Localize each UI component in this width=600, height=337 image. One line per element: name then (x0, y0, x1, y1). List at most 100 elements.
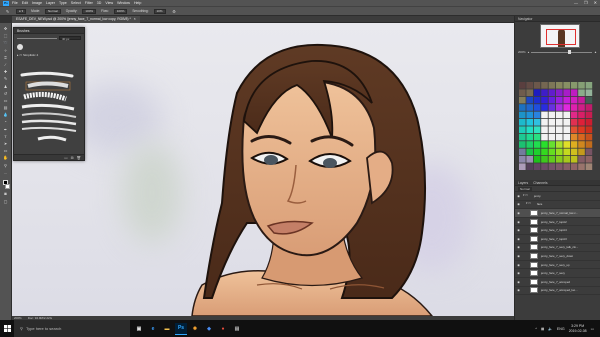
layer-row[interactable]: ◉ jenny_face_7_topic2 (515, 218, 600, 227)
layer-row[interactable]: ◉ jenny_face_7_sexy_up (515, 261, 600, 270)
color-swatch[interactable] (541, 126, 548, 133)
document-canvas[interactable] (12, 23, 514, 316)
color-swatch[interactable] (526, 89, 533, 96)
visibility-eye-icon[interactable]: ◉ (515, 263, 522, 267)
color-swatch[interactable] (519, 148, 526, 156)
app-icon[interactable]: ◆ (203, 323, 215, 335)
menu-layer[interactable]: Layer (46, 1, 55, 5)
language-indicator[interactable]: ENG (557, 327, 565, 331)
color-swatch[interactable] (519, 126, 526, 133)
more-tools-icon[interactable]: … (2, 170, 9, 175)
color-swatch[interactable] (556, 141, 563, 148)
color-swatch[interactable] (548, 156, 556, 163)
color-swatch[interactable] (526, 119, 533, 126)
color-swatch[interactable] (548, 89, 556, 96)
brush-size-input[interactable]: 40 px (59, 36, 81, 41)
visibility-eye-icon[interactable]: ◉ (515, 254, 522, 258)
color-swatch[interactable] (570, 126, 578, 133)
color-swatch[interactable] (585, 148, 593, 156)
dodge-tool-icon[interactable]: ◔ (2, 119, 9, 124)
color-swatch[interactable] (526, 111, 533, 119)
color-swatch[interactable] (541, 119, 548, 126)
color-swatch[interactable] (578, 126, 585, 133)
document-tab[interactable]: ESAFE_DEV_NEW.psd @ 200% (jenny_face_7_n… (12, 15, 140, 23)
menu-window[interactable]: Window (117, 1, 130, 5)
menu-image[interactable]: Image (32, 1, 42, 5)
new-brush-icon[interactable]: ⊞ (71, 156, 74, 160)
color-swatch[interactable] (563, 163, 570, 170)
menu-filter[interactable]: Filter (85, 1, 93, 5)
color-swatch[interactable] (541, 156, 548, 163)
color-swatch[interactable] (548, 82, 556, 89)
maximize-button[interactable]: ❐ (584, 0, 588, 5)
color-swatch[interactable] (578, 89, 585, 96)
color-swatch[interactable] (526, 148, 533, 156)
stamp-tool-icon[interactable]: ♟ (2, 84, 9, 89)
color-swatch[interactable] (548, 148, 556, 156)
shape-tool-icon[interactable]: ▭ (2, 148, 9, 153)
layer-row[interactable]: ◉ jenny_face_7_annoyed_loo... (515, 287, 600, 296)
color-swatch[interactable] (570, 104, 578, 111)
color-swatch[interactable] (526, 141, 533, 148)
background-color-swatch[interactable] (5, 184, 10, 190)
color-swatch[interactable] (526, 126, 533, 133)
navigator-zoom-value[interactable]: 200% (518, 50, 526, 54)
color-swatch[interactable] (519, 111, 526, 119)
menu-help[interactable]: Help (134, 1, 141, 5)
color-swatch[interactable] (526, 96, 533, 104)
color-swatch[interactable] (585, 133, 593, 141)
brush-folder[interactable]: ▸ ▭ Simplistic 4 (14, 52, 84, 58)
menu-3d[interactable]: 3D (97, 1, 102, 5)
color-swatch[interactable] (585, 141, 593, 148)
color-swatch[interactable] (556, 89, 563, 96)
color-swatch[interactable] (541, 133, 548, 141)
marquee-tool-icon[interactable]: ⬚ (2, 33, 9, 38)
visibility-eye-icon[interactable]: ◉ (515, 271, 522, 275)
navigator-view-box[interactable] (546, 29, 576, 45)
visibility-eye-icon[interactable]: ◉ (515, 280, 522, 284)
crop-tool-icon[interactable]: ⌗ (2, 55, 9, 60)
brush-stroke-previews[interactable] (16, 69, 82, 147)
tab-layers[interactable]: Layers (518, 181, 528, 185)
color-swatch[interactable] (570, 133, 578, 141)
color-swatch[interactable] (556, 82, 563, 89)
color-swatch[interactable] (556, 119, 563, 126)
color-swatch[interactable] (563, 89, 570, 96)
color-swatch[interactable] (585, 82, 593, 89)
edge-icon[interactable]: e (147, 323, 159, 335)
menu-select[interactable]: Select (71, 1, 81, 5)
app-icon[interactable]: ✹ (189, 323, 201, 335)
history-brush-icon[interactable]: ↺ (2, 91, 9, 96)
color-swatch[interactable] (578, 111, 585, 119)
color-swatch[interactable] (570, 119, 578, 126)
color-swatch[interactable] (526, 82, 533, 89)
color-swatch[interactable] (570, 111, 578, 119)
color-swatch[interactable] (519, 82, 526, 89)
visibility-eye-icon[interactable]: ◉ (515, 237, 522, 241)
color-swatch[interactable] (585, 104, 593, 111)
taskbar-search[interactable]: ⚲ Type here to search (14, 320, 130, 337)
color-swatch[interactable] (570, 82, 578, 89)
visibility-eye-icon[interactable]: ◉ (515, 228, 522, 232)
color-swatch[interactable] (526, 104, 533, 111)
layer-row[interactable]: ◉ jenny_face_7_sexy_talk_clo... (515, 244, 600, 253)
color-swatch[interactable] (548, 111, 556, 119)
color-swatch[interactable] (533, 82, 541, 89)
color-swatch[interactable] (556, 126, 563, 133)
color-swatch[interactable] (541, 148, 548, 156)
color-swatch[interactable] (533, 111, 541, 119)
gear-icon[interactable]: ⚙ (171, 9, 178, 14)
color-swatch[interactable] (585, 163, 593, 170)
path-select-icon[interactable]: ➤ (2, 141, 9, 146)
minimize-button[interactable]: — (574, 0, 578, 5)
color-swatch[interactable] (548, 119, 556, 126)
type-tool-icon[interactable]: T (2, 134, 9, 139)
color-swatch[interactable] (585, 119, 593, 126)
visibility-eye-icon[interactable]: ◉ (515, 245, 522, 249)
close-tab-icon[interactable]: × (134, 17, 136, 21)
color-swatch[interactable] (570, 96, 578, 104)
zoom-out-icon[interactable]: ▴ (528, 50, 530, 54)
color-swatch[interactable] (519, 141, 526, 148)
eraser-tool-icon[interactable]: ▭ (2, 98, 9, 103)
color-swatch[interactable] (556, 111, 563, 119)
